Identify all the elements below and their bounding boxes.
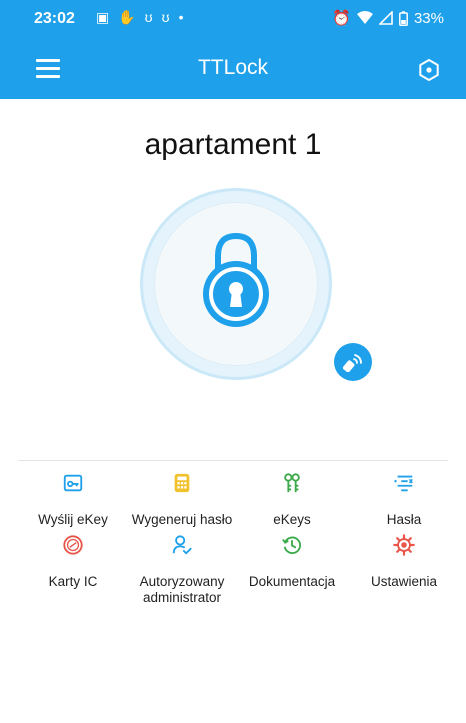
- menu-item-send-ekey[interactable]: Wyślij eKey: [15, 472, 131, 528]
- signal-icon: [378, 11, 393, 25]
- menu-item-ekeys[interactable]: eKeys: [234, 472, 350, 528]
- padlock-icon: [203, 232, 269, 327]
- lock-name: apartament 1: [144, 128, 322, 161]
- admin-icon: [172, 535, 192, 555]
- status-bar: 23:02 ▣✋ʊʊ• ⏰ 33%: [0, 0, 466, 38]
- notification-icon: ʊ: [161, 9, 179, 25]
- hand-icon: ✋: [118, 9, 145, 25]
- app-title: TTLock: [197, 56, 268, 79]
- menu-item-label: eKeys: [273, 512, 311, 527]
- app-bar: TTLock: [0, 46, 466, 94]
- menu-item-label: Autoryzowany administrator: [139, 574, 225, 605]
- battery-icon: [399, 10, 408, 26]
- status-time: 23:02: [34, 10, 75, 27]
- menu-item-label: Dokumentacja: [248, 574, 336, 589]
- menu-item-label: Wyślij eKey: [38, 512, 108, 527]
- menu-item-records[interactable]: Dokumentacja: [234, 534, 350, 590]
- status-notification-icons: ▣✋ʊʊ•: [96, 9, 193, 26]
- menu-item-ic-cards[interactable]: Karty IC: [15, 534, 131, 590]
- ekeys-icon: [284, 473, 300, 493]
- menu-item-label: Ustawienia: [370, 574, 438, 589]
- remote-unlock-icon: [343, 354, 362, 372]
- generate-passcode-icon: [174, 473, 190, 493]
- notification-icon: ʊ: [144, 9, 162, 25]
- menu-item-passcodes[interactable]: Hasła: [346, 472, 462, 528]
- dot-icon: •: [178, 9, 193, 25]
- menu-item-label: Wygeneruj hasło: [131, 512, 233, 527]
- wifi-icon: [356, 11, 373, 24]
- alarm-icon: ⏰: [332, 10, 351, 27]
- menu-item-label: Karty IC: [48, 574, 98, 589]
- send-ekey-icon: [63, 474, 83, 492]
- remote-unlock-button[interactable]: [334, 343, 372, 381]
- menu-item-generate-passcode[interactable]: Wygeneruj hasło: [124, 472, 240, 528]
- ic-card-icon: [63, 535, 83, 555]
- records-icon: [282, 536, 301, 554]
- passcodes-icon: [394, 475, 413, 492]
- menu-item-settings[interactable]: Ustawienia: [346, 534, 462, 590]
- status-right: ⏰ 33%: [332, 9, 444, 28]
- battery-percent: 33%: [413, 9, 444, 27]
- settings-icon[interactable]: [417, 58, 441, 82]
- settings-gear-icon: [393, 534, 415, 556]
- menu-item-authorized-admin[interactable]: Autoryzowany administrator: [124, 534, 240, 606]
- divider: [18, 460, 448, 461]
- image-icon: ▣: [96, 9, 119, 25]
- top-bar: 23:02 ▣✋ʊʊ• ⏰ 33% TTLock: [0, 0, 466, 99]
- menu-item-label: Hasła: [386, 512, 422, 527]
